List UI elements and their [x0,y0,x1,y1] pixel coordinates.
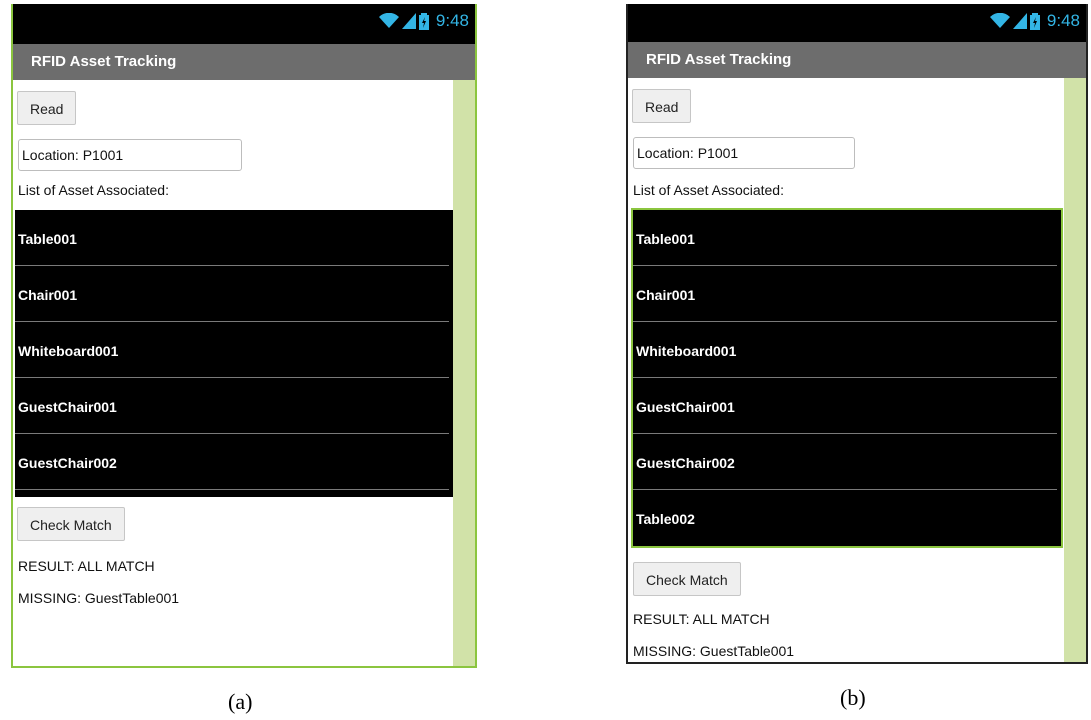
wifi-icon [989,13,1010,28]
asset-name: Chair001 [636,287,696,303]
scrollbar[interactable] [1064,78,1086,662]
app-title: RFID Asset Tracking [31,53,177,70]
status-bar: 9:48 [13,4,475,44]
list-item[interactable]: Chair001 [15,266,453,322]
list-item[interactable]: GuestChair002 [15,434,453,490]
asset-list-label: List of Asset Associated: [18,182,169,198]
signal-icon [1012,13,1027,29]
read-button[interactable]: Read [17,91,77,125]
read-button[interactable]: Read [632,89,692,123]
wifi-icon [378,13,399,28]
asset-name: Table002 [636,511,695,527]
result-text: RESULT: ALL MATCH [633,611,770,627]
asset-name: Table001 [18,231,77,247]
location-field[interactable]: Location: P1001 [633,137,855,169]
asset-name: GuestChair001 [18,399,117,415]
asset-list[interactable]: Table001 Chair001 Whiteboard001 GuestCha… [631,208,1063,548]
figure-caption-b: (b) [840,685,866,710]
app-title: RFID Asset Tracking [646,51,792,68]
asset-list[interactable]: Table001 Chair001 Whiteboard001 GuestCha… [15,210,453,497]
result-text: RESULT: ALL MATCH [18,558,155,574]
missing-text: MISSING: GuestTable001 [18,590,180,606]
location-field[interactable]: Location: P1001 [18,139,242,171]
asset-name: Table001 [636,231,695,247]
list-item[interactable]: Chair001 [633,266,1061,322]
asset-name: GuestChair002 [18,455,117,471]
phone-screen-a: 9:48 RFID Asset Tracking Read Location: … [11,4,477,668]
screen-content: Read Location: P1001 List of Asset Assoc… [628,78,1086,662]
asset-name: Whiteboard001 [636,343,737,359]
list-item[interactable]: Table002 [633,490,1061,546]
status-time: 9:48 [1046,11,1080,30]
asset-name: GuestChair002 [636,455,735,471]
app-title-bar: RFID Asset Tracking [13,44,475,80]
status-time: 9:48 [435,11,469,30]
app-title-bar: RFID Asset Tracking [628,42,1086,78]
list-item[interactable]: Whiteboard001 [15,322,453,378]
list-item[interactable]: Table001 [633,210,1061,266]
list-item[interactable]: GuestChair002 [633,434,1061,490]
list-item[interactable]: GuestChair001 [633,378,1061,434]
asset-list-label: List of Asset Associated: [633,182,784,198]
signal-icon [401,13,416,29]
divider [15,489,449,490]
asset-name: Chair001 [18,287,78,303]
phone-screen-b: 9:48 RFID Asset Tracking Read Location: … [626,4,1088,664]
missing-text: MISSING: GuestTable001 [633,643,795,659]
check-match-button[interactable]: Check Match [633,562,741,596]
figure-caption-a: (a) [228,689,253,714]
list-item[interactable]: Table001 [15,210,453,266]
battery-charging-icon [1029,12,1040,30]
asset-name: GuestChair001 [636,399,735,415]
check-match-button[interactable]: Check Match [17,507,125,541]
asset-name: Whiteboard001 [18,343,119,359]
scrollbar[interactable] [453,80,475,666]
screen-content: Read Location: P1001 List of Asset Assoc… [13,80,475,666]
status-bar: 9:48 [628,4,1086,42]
list-item[interactable]: Whiteboard001 [633,322,1061,378]
list-item[interactable]: GuestChair001 [15,378,453,434]
battery-charging-icon [418,12,429,30]
